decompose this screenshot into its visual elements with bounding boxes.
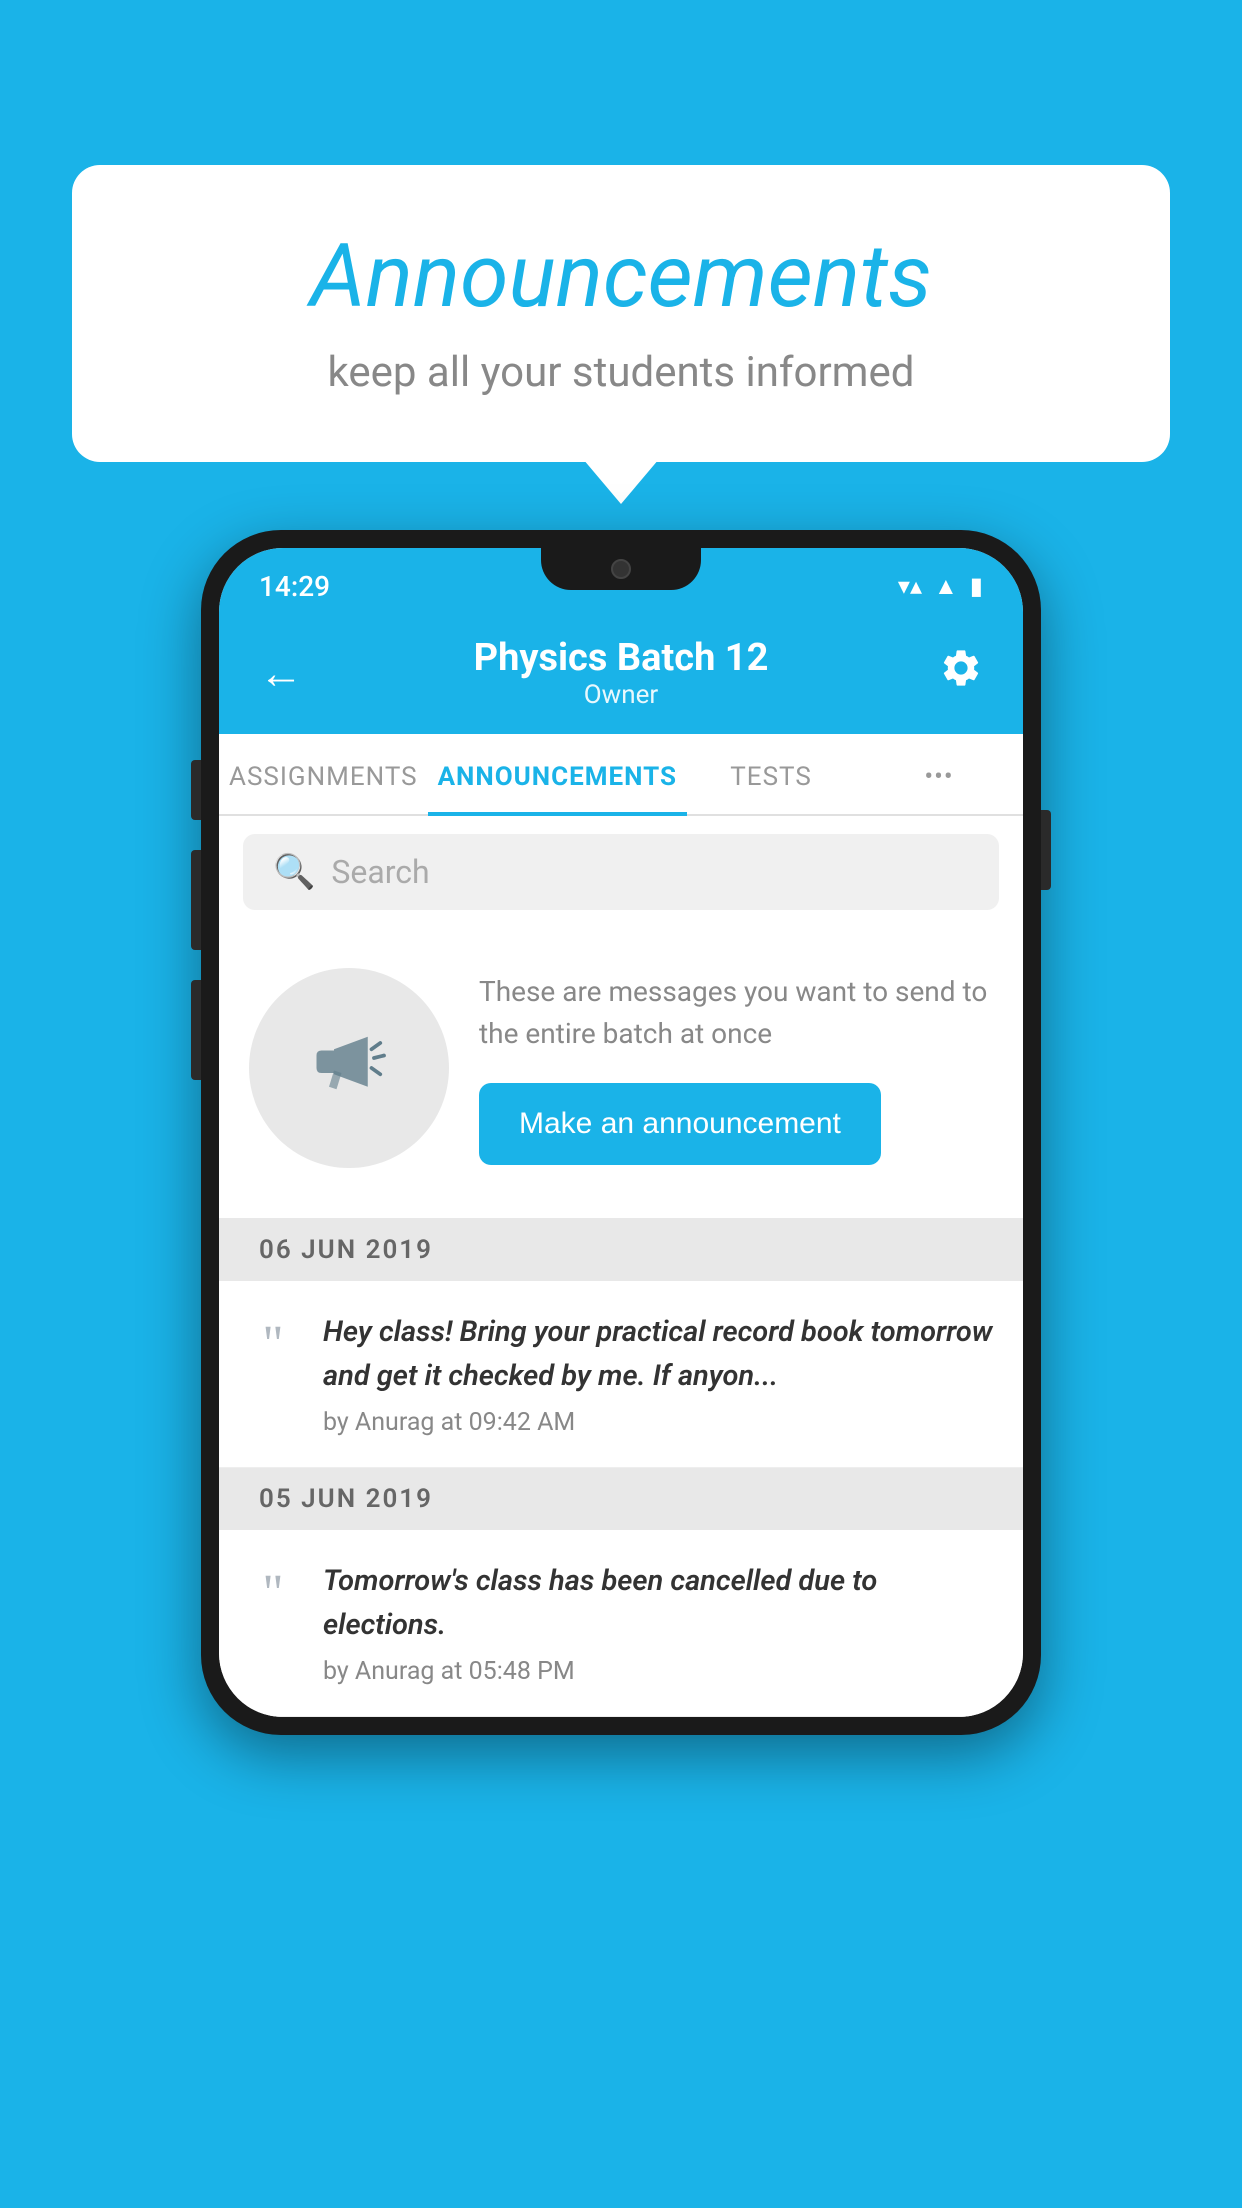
date-separator-2: 05 JUN 2019 <box>219 1468 1023 1530</box>
app-bar-title: Physics Batch 12 <box>474 636 769 680</box>
status-icons: ▾▴ ▲ ▮ <box>898 572 983 601</box>
tab-assignments[interactable]: ASSIGNMENTS <box>219 734 428 814</box>
app-bar: ← Physics Batch 12 Owner <box>219 616 1023 734</box>
search-box[interactable]: 🔍 Search <box>243 834 999 910</box>
phone-screen: 14:29 ▾▴ ▲ ▮ ← Physics Batch 12 Owner <box>219 548 1023 1717</box>
announcement-text-1: Hey class! Bring your practical record b… <box>323 1311 993 1398</box>
announcement-meta-1: by Anurag at 09:42 AM <box>323 1408 993 1437</box>
settings-button[interactable] <box>939 646 983 701</box>
search-icon: 🔍 <box>273 852 315 892</box>
status-time: 14:29 <box>259 570 330 603</box>
volume-down-button <box>191 980 201 1080</box>
announcement-item-1[interactable]: " Hey class! Bring your practical record… <box>219 1281 1023 1468</box>
volume-up-button <box>191 850 201 950</box>
phone-notch <box>541 548 701 590</box>
quote-icon-1: " <box>243 1319 303 1371</box>
announcement-item-2[interactable]: " Tomorrow's class has been cancelled du… <box>219 1530 1023 1717</box>
tab-announcements[interactable]: ANNOUNCEMENTS <box>428 734 687 814</box>
announcement-meta-2: by Anurag at 05:48 PM <box>323 1657 993 1686</box>
phone-body: 14:29 ▾▴ ▲ ▮ ← Physics Batch 12 Owner <box>201 530 1041 1735</box>
app-bar-subtitle: Owner <box>474 680 769 710</box>
search-section: 🔍 Search <box>219 816 1023 928</box>
phone-device: 14:29 ▾▴ ▲ ▮ ← Physics Batch 12 Owner <box>201 530 1041 1735</box>
signal-icon: ▲ <box>934 572 958 601</box>
battery-icon: ▮ <box>970 572 983 600</box>
announcement-cta-section: These are messages you want to send to t… <box>219 928 1023 1219</box>
power-button <box>1041 810 1051 890</box>
speech-bubble-subtitle: keep all your students informed <box>152 348 1090 397</box>
search-placeholder: Search <box>331 853 429 891</box>
wifi-icon: ▾▴ <box>898 572 922 600</box>
quote-icon-2: " <box>243 1568 303 1620</box>
announcement-text-2: Tomorrow's class has been cancelled due … <box>323 1560 993 1647</box>
tab-more[interactable]: ••• <box>855 734 1023 814</box>
speech-bubble-title: Announcements <box>152 225 1090 328</box>
cta-description: These are messages you want to send to t… <box>479 971 993 1055</box>
back-button[interactable]: ← <box>259 651 303 695</box>
tab-tests[interactable]: TESTS <box>687 734 855 814</box>
make-announcement-button[interactable]: Make an announcement <box>479 1083 881 1165</box>
app-bar-center: Physics Batch 12 Owner <box>474 636 769 710</box>
cta-right: These are messages you want to send to t… <box>479 971 993 1165</box>
mute-button <box>191 760 201 820</box>
announcement-content-1: Hey class! Bring your practical record b… <box>323 1311 993 1437</box>
tabs-bar: ASSIGNMENTS ANNOUNCEMENTS TESTS ••• <box>219 734 1023 816</box>
announcement-content-2: Tomorrow's class has been cancelled due … <box>323 1560 993 1686</box>
speech-bubble: Announcements keep all your students inf… <box>72 165 1170 462</box>
date-separator-1: 06 JUN 2019 <box>219 1219 1023 1281</box>
megaphone-circle <box>249 968 449 1168</box>
speech-bubble-section: Announcements keep all your students inf… <box>72 165 1170 462</box>
phone-camera <box>611 559 631 579</box>
